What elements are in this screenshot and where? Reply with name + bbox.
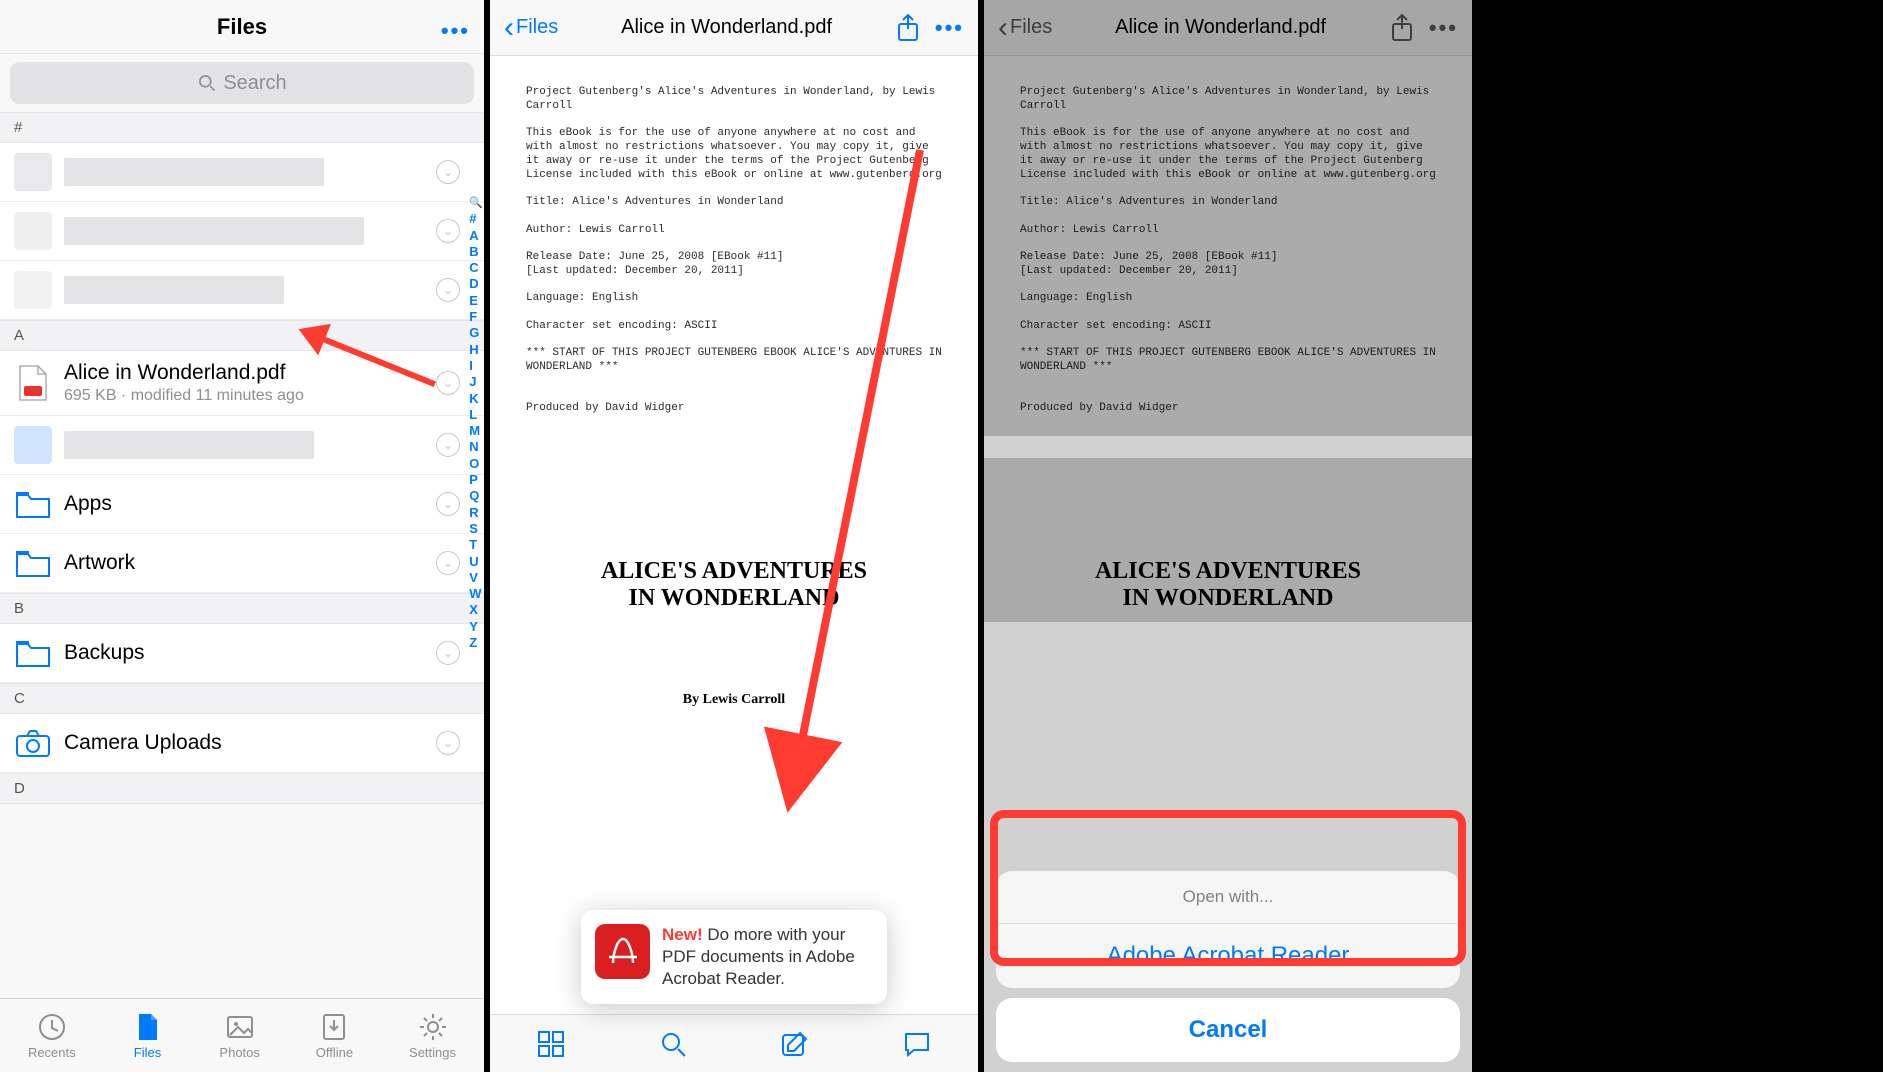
- file-alice-in-wonderland[interactable]: Alice in Wonderland.pdf 695 KB · modifie…: [0, 351, 484, 416]
- edit-icon[interactable]: [778, 1027, 812, 1061]
- folder-camera-uploads[interactable]: Camera Uploads ⌄: [0, 714, 484, 773]
- alphabet-index[interactable]: 🔍#ABCDEFGHIJKLMNOPQRSTUVWXYZ: [469, 195, 483, 651]
- pdf-toolbar: [490, 1014, 978, 1072]
- folder-apps[interactable]: Apps ⌄: [0, 475, 484, 534]
- list-item[interactable]: ⌄: [0, 416, 484, 475]
- section-C: C: [0, 683, 484, 714]
- grid-icon[interactable]: [534, 1027, 568, 1061]
- clock-icon: [36, 1011, 68, 1043]
- cancel-button[interactable]: Cancel: [996, 998, 1460, 1062]
- adobe-tooltip: New! Do more with your PDF documents in …: [581, 910, 887, 1004]
- chevron-left-icon: ‹: [504, 11, 514, 45]
- folder-icon: [15, 638, 51, 668]
- pdf-icon: [18, 364, 48, 402]
- files-title: Files: [217, 14, 267, 40]
- list-item[interactable]: ⌄: [0, 202, 484, 261]
- chevron-down-icon[interactable]: ⌄: [436, 219, 460, 243]
- folder-icon: [15, 548, 51, 578]
- files-list-panel: Files ••• Search # ⌄ ⌄ ⌄ A Alice in Wond…: [0, 0, 484, 1072]
- file-icon: [132, 1011, 164, 1043]
- section-A: A: [0, 320, 484, 351]
- chevron-down-icon[interactable]: ⌄: [436, 731, 460, 755]
- file-meta: 695 KB · modified 11 minutes ago: [64, 387, 436, 405]
- search-icon: [197, 73, 217, 93]
- pdf-action-sheet-panel: ‹ Files Alice in Wonderland.pdf ••• Proj…: [984, 0, 1472, 1072]
- chevron-down-icon[interactable]: ⌄: [436, 160, 460, 184]
- chevron-down-icon[interactable]: ⌄: [436, 433, 460, 457]
- comment-icon[interactable]: [900, 1027, 934, 1061]
- chevron-down-icon[interactable]: ⌄: [436, 641, 460, 665]
- list-item[interactable]: ⌄: [0, 261, 484, 320]
- section-D: D: [0, 773, 484, 804]
- section-hash: #: [0, 112, 484, 143]
- search-icon[interactable]: [656, 1027, 690, 1061]
- pdf-page-1: Project Gutenberg's Alice's Adventures i…: [490, 56, 978, 436]
- chevron-down-icon[interactable]: ⌄: [436, 371, 460, 395]
- folder-icon: [15, 489, 51, 519]
- tab-bar: Recents Files Photos Offline Settings: [0, 998, 484, 1072]
- more-icon[interactable]: •••: [441, 18, 470, 44]
- folder-backups[interactable]: Backups ⌄: [0, 624, 484, 683]
- pdf-preview-panel: ‹ Files Alice in Wonderland.pdf ••• Proj…: [490, 0, 978, 1072]
- search-placeholder: Search: [223, 72, 286, 95]
- tab-settings[interactable]: Settings: [409, 1011, 456, 1060]
- pdf-header: ‹ Files Alice in Wonderland.pdf •••: [490, 0, 978, 56]
- chevron-down-icon[interactable]: ⌄: [436, 492, 460, 516]
- section-B: B: [0, 593, 484, 624]
- back-button[interactable]: ‹ Files: [504, 11, 558, 45]
- share-icon[interactable]: [895, 13, 921, 43]
- list-item[interactable]: ⌄: [0, 143, 484, 202]
- doc-title: Alice in Wonderland.pdf: [621, 16, 832, 39]
- chevron-down-icon[interactable]: ⌄: [436, 278, 460, 302]
- pdf-page-2: ALICE'S ADVENTURES IN WONDERLAND By Lewi…: [490, 458, 978, 718]
- sheet-title: Open with...: [996, 871, 1460, 924]
- download-icon: [318, 1011, 350, 1043]
- adobe-acrobat-icon: [595, 924, 650, 979]
- gear-icon: [417, 1011, 449, 1043]
- photo-icon: [224, 1011, 256, 1043]
- tab-photos[interactable]: Photos: [219, 1011, 259, 1060]
- folder-artwork[interactable]: Artwork ⌄: [0, 534, 484, 593]
- tab-recents[interactable]: Recents: [28, 1011, 76, 1060]
- action-sheet: Open with... Adobe Acrobat Reader Cancel: [996, 871, 1460, 1062]
- camera-icon: [15, 726, 51, 760]
- tab-offline[interactable]: Offline: [316, 1011, 353, 1060]
- tab-files[interactable]: Files: [132, 1011, 164, 1060]
- files-header: Files •••: [0, 0, 484, 54]
- tooltip-text: New! Do more with your PDF documents in …: [662, 924, 869, 990]
- more-icon[interactable]: •••: [935, 15, 964, 41]
- open-with-adobe-button[interactable]: Adobe Acrobat Reader: [996, 924, 1460, 988]
- chevron-down-icon[interactable]: ⌄: [436, 551, 460, 575]
- search-input[interactable]: Search: [10, 62, 474, 104]
